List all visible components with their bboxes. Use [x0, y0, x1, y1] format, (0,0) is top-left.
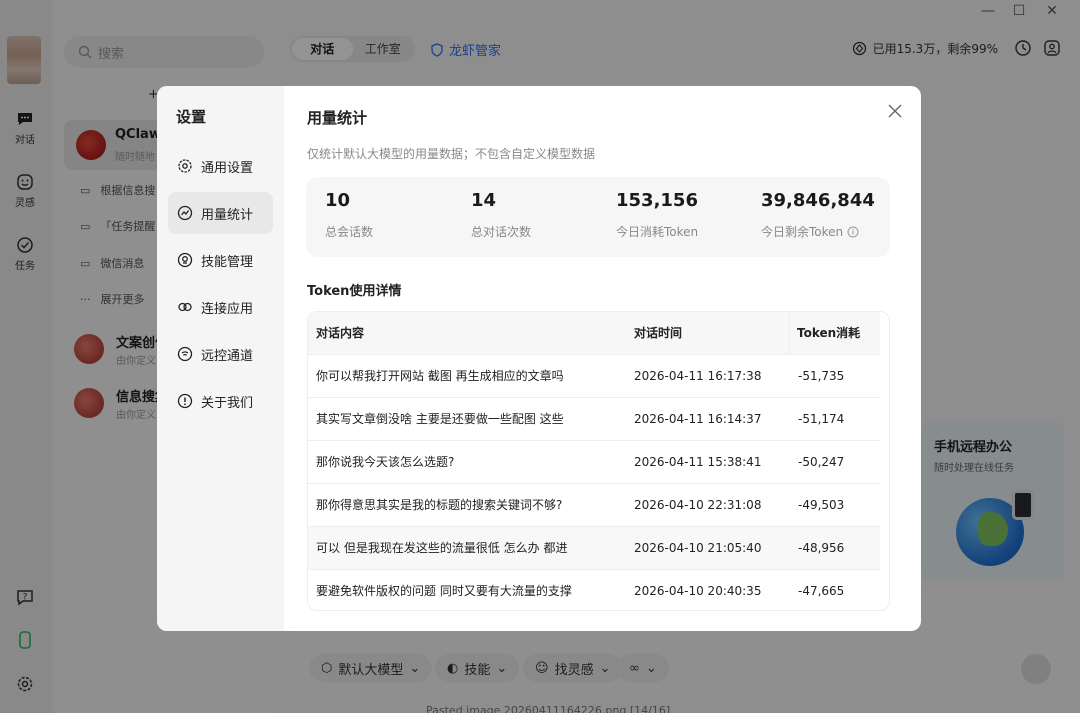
- token-detail-title: Token使用详情: [307, 284, 402, 299]
- stat-value: 153,156: [616, 190, 698, 211]
- row-content: 要避免软件版权的问题 同时又要有大流量的支撑: [316, 584, 572, 598]
- settings-title: 设置: [176, 108, 207, 126]
- settings-nav: 设置 通用设置 用量统计 技能管理 连接应用 远控通道 关于我们: [157, 86, 284, 631]
- nav-item-about[interactable]: 关于我们: [168, 380, 273, 422]
- usage-title: 用量统计: [307, 109, 368, 127]
- remote-icon: [177, 346, 193, 362]
- settings-dialog: 设置 通用设置 用量统计 技能管理 连接应用 远控通道 关于我们 用量统计 仅统…: [157, 86, 921, 631]
- skill-icon: [177, 252, 193, 268]
- table-row: 你可以帮我打开网站 截图 再生成相应的文章吗 2026-04-11 16:17:…: [308, 355, 880, 398]
- stat-value: 10: [325, 190, 351, 211]
- row-tokens: -51,174: [798, 412, 845, 426]
- nav-item-skills[interactable]: 技能管理: [168, 239, 273, 281]
- close-icon[interactable]: [886, 102, 904, 120]
- stat-label: 总会话数: [325, 225, 374, 239]
- row-tokens: -49,503: [798, 498, 845, 512]
- row-tokens: -47,665: [798, 584, 845, 598]
- row-time: 2026-04-10 21:05:40: [634, 541, 762, 555]
- stat-label: 今日消耗Token: [616, 225, 699, 239]
- stat-today-used: 153,156 今日消耗Token: [616, 190, 698, 240]
- row-tokens: -51,735: [798, 369, 845, 383]
- row-tokens: -48,956: [798, 541, 845, 555]
- column-header: Token消耗: [789, 312, 869, 354]
- chart-icon: [177, 205, 193, 221]
- row-time: 2026-04-10 22:31:08: [634, 498, 762, 512]
- info-icon: [177, 393, 193, 409]
- table-row: 那你说我今天该怎么选题? 2026-04-11 15:38:41 -50,247: [308, 441, 880, 484]
- stat-value: 14: [471, 190, 497, 211]
- row-time: 2026-04-11 16:14:37: [634, 412, 762, 426]
- row-time: 2026-04-11 16:17:38: [634, 369, 762, 383]
- token-table: 对话内容 对话时间 Token消耗 你可以帮我打开网站 截图 再生成相应的文章吗…: [307, 311, 890, 611]
- stat-total-sessions: 10 总会话数: [325, 190, 373, 240]
- nav-item-label: 远控通道: [201, 348, 254, 364]
- usage-subtitle: 仅统计默认大模型的用量数据；不包含自定义模型数据: [307, 147, 596, 161]
- nav-item-label: 连接应用: [201, 301, 254, 317]
- nav-item-label: 技能管理: [201, 254, 254, 270]
- nav-item-usage[interactable]: 用量统计: [168, 192, 273, 234]
- nav-item-label: 关于我们: [201, 395, 254, 411]
- nav-item-connect[interactable]: 连接应用: [168, 286, 273, 328]
- stat-label: 总对话次数: [471, 225, 532, 239]
- row-time: 2026-04-11 15:38:41: [634, 455, 762, 469]
- nav-item-label: 通用设置: [201, 160, 254, 176]
- gear-icon: [178, 159, 192, 173]
- row-time: 2026-04-10 20:40:35: [634, 584, 762, 598]
- stat-total-turns: 14 总对话次数: [471, 190, 531, 240]
- stat-today-remaining: 39,846,844 今日剩余Token: [761, 190, 875, 240]
- table-header-row: 对话内容 对话时间 Token消耗: [308, 312, 880, 355]
- column-header: 对话内容: [316, 326, 365, 340]
- table-row: 要避免软件版权的问题 同时又要有大流量的支撑 2026-04-10 20:40:…: [308, 570, 880, 610]
- stats-panel: 10 总会话数 14 总对话次数 153,156 今日消耗Token 39,84…: [306, 177, 890, 257]
- column-header: 对话时间: [634, 326, 683, 340]
- table-scrollbar[interactable]: [881, 312, 889, 610]
- link-icon: [178, 302, 192, 312]
- table-row: 可以 但是我现在发这些的流量很低 怎么办 都进 2026-04-10 21:05…: [308, 527, 880, 570]
- nav-item-label: 用量统计: [201, 207, 254, 223]
- row-content: 你可以帮我打开网站 截图 再生成相应的文章吗: [316, 369, 564, 383]
- row-content: 那你得意思其实是我的标题的搜索关键词不够?: [316, 498, 563, 512]
- row-content: 那你说我今天该怎么选题?: [316, 455, 455, 469]
- table-row: 其实写文章倒没啥 主要是还要做一些配图 这些 2026-04-11 16:14:…: [308, 398, 880, 441]
- stat-value: 39,846,844: [761, 190, 875, 211]
- info-icon[interactable]: [847, 226, 859, 238]
- usage-content: 用量统计 仅统计默认大模型的用量数据；不包含自定义模型数据 10 总会话数 14…: [284, 86, 921, 631]
- row-content: 其实写文章倒没啥 主要是还要做一些配图 这些: [316, 412, 564, 426]
- nav-item-remote[interactable]: 远控通道: [168, 333, 273, 375]
- stat-label: 今日剩余Token: [761, 225, 844, 239]
- row-tokens: -50,247: [798, 455, 845, 469]
- table-row: 那你得意思其实是我的标题的搜索关键词不够? 2026-04-10 22:31:0…: [308, 484, 880, 527]
- nav-item-general[interactable]: 通用设置: [168, 145, 273, 187]
- row-content: 可以 但是我现在发这些的流量很低 怎么办 都进: [316, 541, 568, 555]
